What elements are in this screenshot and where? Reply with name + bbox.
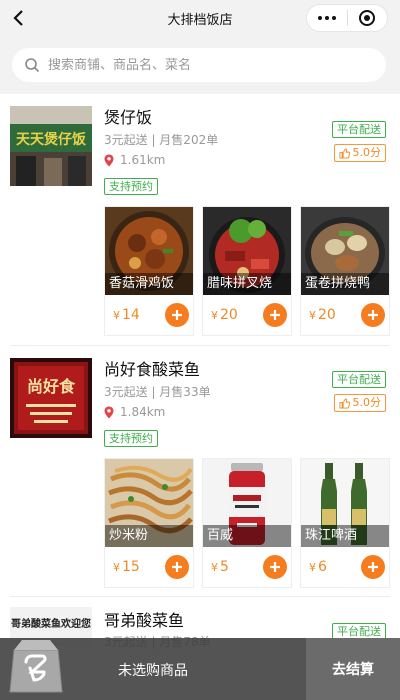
dish-card[interactable]: 百威 ¥5 (202, 458, 292, 588)
dish-name: 香菇滑鸡饭 (105, 273, 193, 295)
dish-price: ¥6 (309, 559, 327, 575)
store-card[interactable]: 天天煲仔饭 煲仔饭 3元起送 | 月售202单 1.61km 支持预约 平台配送… (0, 94, 400, 338)
store-meta: 3元起送 | 月售202单 (104, 133, 219, 147)
more-button[interactable] (307, 16, 347, 20)
dish-list: 炒米粉 ¥15 百威 ¥5 珠江啤酒 ¥ 6 (104, 458, 390, 588)
cart-bar: 未选购商品 去结算 (0, 638, 400, 700)
search-icon (25, 58, 40, 73)
add-to-cart-button[interactable] (361, 555, 385, 579)
cart-status-text: 未选购商品 (118, 663, 188, 679)
dish-card[interactable]: 蛋卷拼烧鸭 ¥20 (300, 206, 390, 336)
store-name: 煲仔饭 (104, 108, 153, 127)
svg-text:尚好食: 尚好食 (27, 377, 76, 396)
rating-badge: 5.0分 (333, 144, 386, 162)
store-name: 尚好食酸菜鱼 (104, 360, 201, 379)
add-to-cart-button[interactable] (165, 555, 189, 579)
close-mini-program-button[interactable] (347, 9, 387, 27)
dish-name: 蛋卷拼烧鸭 (301, 273, 389, 295)
svg-text:哥弟酸菜鱼欢迎您: 哥弟酸菜鱼欢迎您 (11, 617, 91, 630)
dish-name: 珠江啤酒 (301, 525, 389, 547)
dish-price: ¥14 (113, 307, 140, 323)
dish-name: 百威 (203, 525, 291, 547)
plus-icon (270, 562, 280, 572)
mini-program-capsule (306, 4, 388, 32)
dish-card[interactable]: 腊味拼叉烧 ¥20 (202, 206, 292, 336)
search-area (0, 36, 400, 94)
store-photo: 尚好食 (10, 358, 92, 438)
plus-icon (172, 310, 182, 320)
location-pin-icon (104, 154, 114, 166)
dish-price: ¥15 (113, 559, 140, 575)
plus-icon (368, 310, 378, 320)
more-dots-icon (317, 16, 336, 20)
reserve-tag: 支持预约 (104, 430, 158, 447)
store-distance: 1.84km (104, 405, 165, 419)
platform-delivery-tag: 平台配送 (332, 121, 386, 138)
nav-bar: 大排档饭店 (0, 0, 400, 36)
thumbs-up-icon (338, 397, 350, 409)
dish-price: ¥20 (211, 307, 238, 323)
dish-price: ¥20 (309, 307, 336, 323)
plus-icon (368, 562, 378, 572)
platform-delivery-tag: 平台配送 (332, 371, 386, 388)
dish-card[interactable]: 珠江啤酒 ¥6 (300, 458, 390, 588)
dish-card[interactable]: 炒米粉 ¥15 (104, 458, 194, 588)
dish-name: 炒米粉 (105, 525, 193, 547)
location-pin-icon (104, 406, 114, 418)
checkout-button[interactable]: 去结算 (306, 638, 400, 700)
dish-card[interactable]: 香菇滑鸡饭 ¥14 (104, 206, 194, 336)
rating-text: 5.0分 (352, 146, 382, 159)
rating-text: 5.0分 (352, 396, 382, 409)
store-card[interactable]: 尚好食 尚好食酸菜鱼 3元起送 | 月售33单 1.84km 支持预约 平台配送… (0, 346, 400, 596)
store-meta: 3元起送 | 月售33单 (104, 385, 211, 399)
add-to-cart-button[interactable] (263, 555, 287, 579)
plus-icon (172, 562, 182, 572)
rating-badge: 5.0分 (333, 394, 386, 412)
plus-icon (270, 310, 280, 320)
store-photo: 天天煲仔饭 (10, 106, 92, 186)
svg-text:天天煲仔饭: 天天煲仔饭 (16, 131, 87, 148)
distance-text: 1.61km (120, 153, 166, 167)
search-box[interactable] (12, 48, 386, 82)
store-name: 哥弟酸菜鱼 (104, 611, 185, 630)
add-to-cart-button[interactable] (361, 303, 385, 327)
store-distance: 1.61km (104, 153, 165, 167)
search-input[interactable] (48, 57, 368, 73)
distance-text: 1.84km (120, 405, 166, 419)
add-to-cart-button[interactable] (263, 303, 287, 327)
dish-name: 腊味拼叉烧 (203, 273, 291, 295)
thumbs-up-icon (338, 147, 350, 159)
dish-list: 香菇滑鸡饭 ¥14 腊味拼叉烧 ¥20 蛋卷拼烧鸭 ¥ 20 (104, 206, 390, 336)
add-to-cart-button[interactable] (165, 303, 189, 327)
dish-price: ¥5 (211, 559, 229, 575)
reserve-tag: 支持预约 (104, 178, 158, 195)
target-icon (359, 10, 376, 26)
